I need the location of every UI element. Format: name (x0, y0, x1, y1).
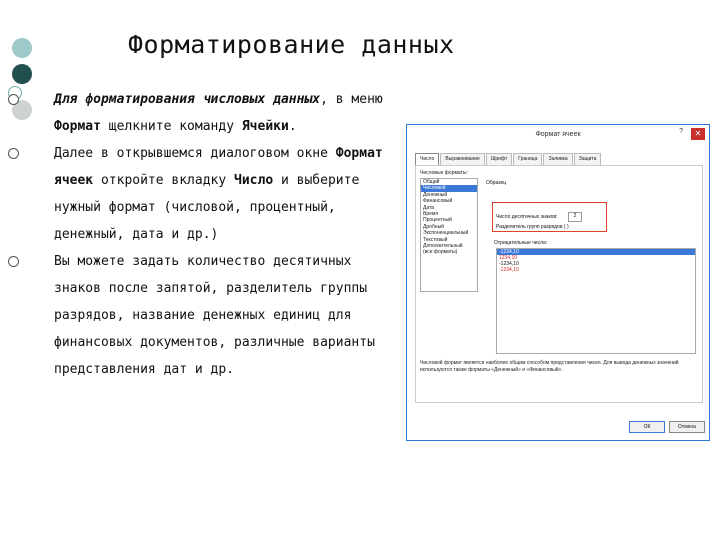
tab-body: Числовые форматы: Общий Числовой Денежны… (415, 165, 703, 403)
thousands-separator-checkbox[interactable]: Разделитель групп разрядов ( ) (496, 224, 569, 230)
sample-label: Образец (486, 180, 507, 186)
dialog-tabs: Число Выравнивание Шрифт Граница Заливка… (415, 153, 602, 165)
bullet-marker-icon (8, 94, 19, 105)
category-label: Числовые форматы: (420, 170, 468, 176)
cancel-button[interactable]: Отмена (669, 421, 705, 433)
bullet-marker-icon (8, 148, 19, 159)
close-icon[interactable]: ✕ (691, 128, 705, 140)
decimal-places-stepper[interactable]: 2 (568, 212, 582, 222)
format-description: Числовой формат является наиболее общим … (420, 360, 679, 373)
tab-protection[interactable]: Защита (573, 153, 602, 165)
tab-border[interactable]: Граница (513, 153, 543, 165)
negative-numbers-label: Отрицательные числа: (494, 240, 548, 246)
bullet-text: Число (234, 173, 274, 188)
tab-font[interactable]: Шрифт (485, 153, 513, 165)
decimal-places-label: Число десятичных знаков: (496, 214, 558, 220)
tab-number[interactable]: Число (415, 153, 440, 165)
bullet-text: Формат (54, 119, 101, 134)
bullet-item-2: Далее в открывшемся диалоговом окне Форм… (8, 140, 384, 248)
bullet-text: Вы можете задать количество десятичных з… (54, 254, 375, 377)
bullet-text: Ячейки (241, 119, 289, 134)
negative-numbers-list[interactable]: -1234,10 1234,10 -1234,10 -1234,10 (496, 248, 696, 354)
ok-button[interactable]: ОК (629, 421, 665, 433)
bullet-marker-icon (8, 256, 19, 267)
list-item[interactable]: (все форматы) (421, 249, 477, 255)
format-cells-dialog-screenshot: Формат ячеек ? ✕ Число Выравнивание Шриф… (406, 124, 710, 441)
dialog-titlebar: Формат ячеек ? ✕ (407, 125, 709, 147)
tab-alignment[interactable]: Выравнивание (440, 153, 485, 165)
bullet-text: откройте вкладку (93, 173, 235, 188)
tab-fill[interactable]: Заливка (543, 153, 573, 165)
bullet-text: Далее в открывшемся диалоговом окне (54, 146, 336, 161)
list-item[interactable]: -1234,10 (497, 267, 695, 273)
decor-circle-teal (12, 38, 32, 58)
bullet-list: Для форматирования числовых данных, в ме… (8, 86, 384, 383)
bullet-text: , в меню (320, 92, 383, 107)
category-list[interactable]: Общий Числовой Денежный Финансовый Дата … (420, 178, 478, 292)
bullet-item-1: Для форматирования числовых данных, в ме… (8, 86, 384, 140)
slide-title: Форматирование данных (128, 30, 455, 59)
bullet-item-3: Вы можете задать количество десятичных з… (8, 248, 384, 383)
help-icon[interactable]: ? (679, 128, 683, 135)
bullet-text: щелкните команду (100, 119, 242, 134)
bullet-text: Для форматирования числовых данных (54, 92, 321, 107)
bullet-text: . (288, 119, 297, 134)
decor-circle-dark (12, 64, 32, 84)
dialog-title: Формат ячеек (535, 131, 581, 138)
